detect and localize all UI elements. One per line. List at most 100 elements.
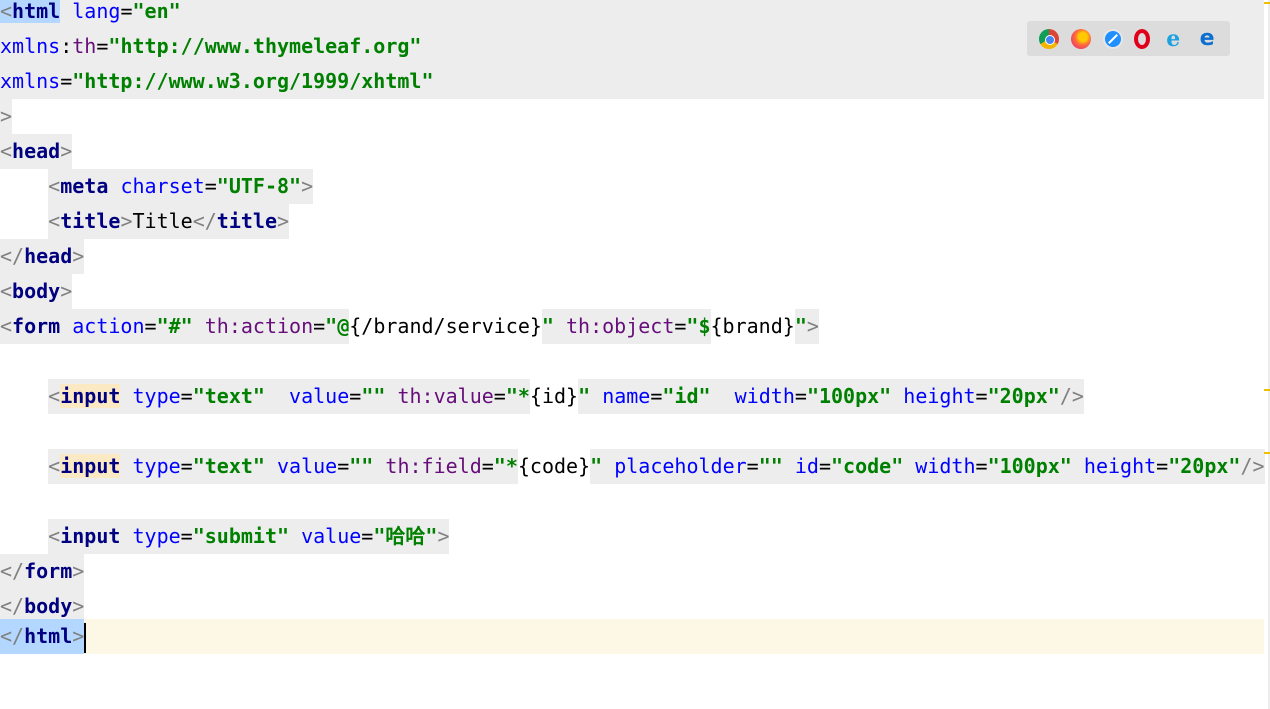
tag-open-bracket: < xyxy=(0,139,13,163)
tag-close-bracket: > xyxy=(120,209,133,233)
attr-name: name xyxy=(602,384,651,408)
th-object-expression: {brand} xyxy=(710,314,795,338)
attr-width-value: "100px" xyxy=(987,454,1072,478)
tag-name-title-end: title xyxy=(216,209,278,233)
tag-close-bracket: > xyxy=(72,624,85,648)
equals: = xyxy=(794,384,807,408)
attr-value: value xyxy=(277,454,338,478)
opera-icon[interactable] xyxy=(1134,28,1151,49)
colon: : xyxy=(60,34,73,58)
tag-name-html-end: html xyxy=(24,624,73,648)
attr-th-action-quote-open: "@ xyxy=(325,314,350,338)
tag-close-bracket: > xyxy=(806,314,819,338)
tag-open-bracket: < xyxy=(48,454,61,478)
equals: = xyxy=(1156,454,1169,478)
firefox-icon[interactable] xyxy=(1070,28,1091,49)
attr-th-object: th:object xyxy=(566,314,675,338)
code-line-4[interactable]: > xyxy=(0,99,1264,134)
tag-name-head-end: head xyxy=(24,244,73,268)
tag-close-bracket: > xyxy=(60,279,73,303)
code-line-19[interactable]: </html> xyxy=(0,619,1264,654)
equals: = xyxy=(650,384,663,408)
equals: = xyxy=(493,384,506,408)
tag-name-title: title xyxy=(60,209,121,233)
attr-th-field-quote-open: "* xyxy=(493,454,518,478)
code-line-6[interactable]: <meta charset="UTF-8"> xyxy=(0,169,1264,204)
attr-th-prefix: th xyxy=(72,34,97,58)
equals: = xyxy=(818,454,831,478)
attr-charset: charset xyxy=(120,174,205,198)
code-line-12[interactable]: <input type="text" value="" th:value="*{… xyxy=(0,379,1264,414)
browser-preview-bar: e e xyxy=(1027,21,1230,56)
equals: = xyxy=(361,524,374,548)
attr-xmlns-th-value: "http://www.thymeleaf.org" xyxy=(108,34,422,58)
equals: = xyxy=(144,314,157,338)
tag-open-bracket: < xyxy=(48,524,61,548)
attr-value: value xyxy=(301,524,362,548)
attr-value-value: "哈哈" xyxy=(373,524,438,548)
code-line-8[interactable]: </head> xyxy=(0,239,1264,274)
attr-th-action-quote-close: " xyxy=(541,314,554,338)
equals: = xyxy=(180,454,193,478)
code-line-5[interactable]: <head> xyxy=(0,134,1264,169)
code-line-10[interactable]: <form action="#" th:action="@{/brand/ser… xyxy=(0,309,1264,344)
code-line-3[interactable]: xmlns="http://www.w3.org/1999/xhtml" xyxy=(0,64,1264,99)
attr-xmlns-value: "http://www.w3.org/1999/xhtml" xyxy=(72,69,434,93)
chrome-icon[interactable] xyxy=(1038,28,1059,49)
attr-height: height xyxy=(903,384,976,408)
tag-close-bracket: > xyxy=(437,524,450,548)
attr-name-value: "id" xyxy=(662,384,711,408)
warning-marker[interactable] xyxy=(1264,389,1270,391)
tag-close-bracket: > xyxy=(72,559,85,583)
tag-close-bracket: > xyxy=(0,104,13,128)
tag-end-open-bracket: </ xyxy=(0,244,25,268)
attr-value-value: "" xyxy=(361,384,386,408)
safari-icon[interactable] xyxy=(1102,28,1123,49)
equals: = xyxy=(674,314,687,338)
tag-close-bracket: > xyxy=(277,209,290,233)
attr-type-value: "text" xyxy=(192,454,265,478)
equals: = xyxy=(349,384,362,408)
tag-name-form-end: form xyxy=(24,559,73,583)
title-text: Title xyxy=(132,209,193,233)
attr-xmlns: xmlns xyxy=(0,69,61,93)
internet-explorer-icon[interactable]: e xyxy=(1162,28,1184,50)
tag-name-input: input xyxy=(60,384,121,408)
attr-type: type xyxy=(132,524,181,548)
tag-close-bracket: > xyxy=(72,594,85,618)
attr-id: id xyxy=(794,454,819,478)
code-line-7[interactable]: <title>Title</title> xyxy=(0,204,1264,239)
tag-self-close: /> xyxy=(1240,454,1265,478)
tag-open-bracket: < xyxy=(48,384,61,408)
code-line-16[interactable]: <input type="submit" value="哈哈"> xyxy=(0,519,1264,554)
equals: = xyxy=(180,524,193,548)
code-line-9[interactable]: <body> xyxy=(0,274,1264,309)
attr-width: width xyxy=(734,384,795,408)
equals: = xyxy=(204,174,217,198)
attr-width: width xyxy=(915,454,976,478)
tag-name-html: html xyxy=(12,0,61,23)
attr-action-value: "#" xyxy=(156,314,193,338)
attr-type: type xyxy=(132,384,181,408)
attr-width-value: "100px" xyxy=(806,384,892,408)
attr-height-value: "20px" xyxy=(1168,454,1241,478)
equals: = xyxy=(975,454,988,478)
code-editor[interactable]: <html lang="en" xmlns:th="http://www.thy… xyxy=(0,0,1270,709)
attr-type: type xyxy=(132,454,181,478)
equals: = xyxy=(96,34,109,58)
attr-type-value: "text" xyxy=(192,384,265,408)
tag-name-meta: meta xyxy=(60,174,109,198)
edge-icon[interactable]: e xyxy=(1196,27,1218,49)
warning-marker[interactable] xyxy=(1264,2,1270,4)
attr-th-field: th:field xyxy=(385,454,482,478)
code-line-17[interactable]: </form> xyxy=(0,554,1264,589)
tag-open-bracket: < xyxy=(0,279,13,303)
tag-name-body: body xyxy=(12,279,61,303)
tag-end-open-bracket: </ xyxy=(192,209,217,233)
attr-xmlns-th: xmlns xyxy=(0,34,61,58)
tag-open-bracket: < xyxy=(0,0,13,23)
warning-marker[interactable] xyxy=(1264,452,1270,454)
attr-type-value: "submit" xyxy=(192,524,290,548)
code-line-14[interactable]: <input type="text" value="" th:field="*{… xyxy=(0,449,1265,484)
